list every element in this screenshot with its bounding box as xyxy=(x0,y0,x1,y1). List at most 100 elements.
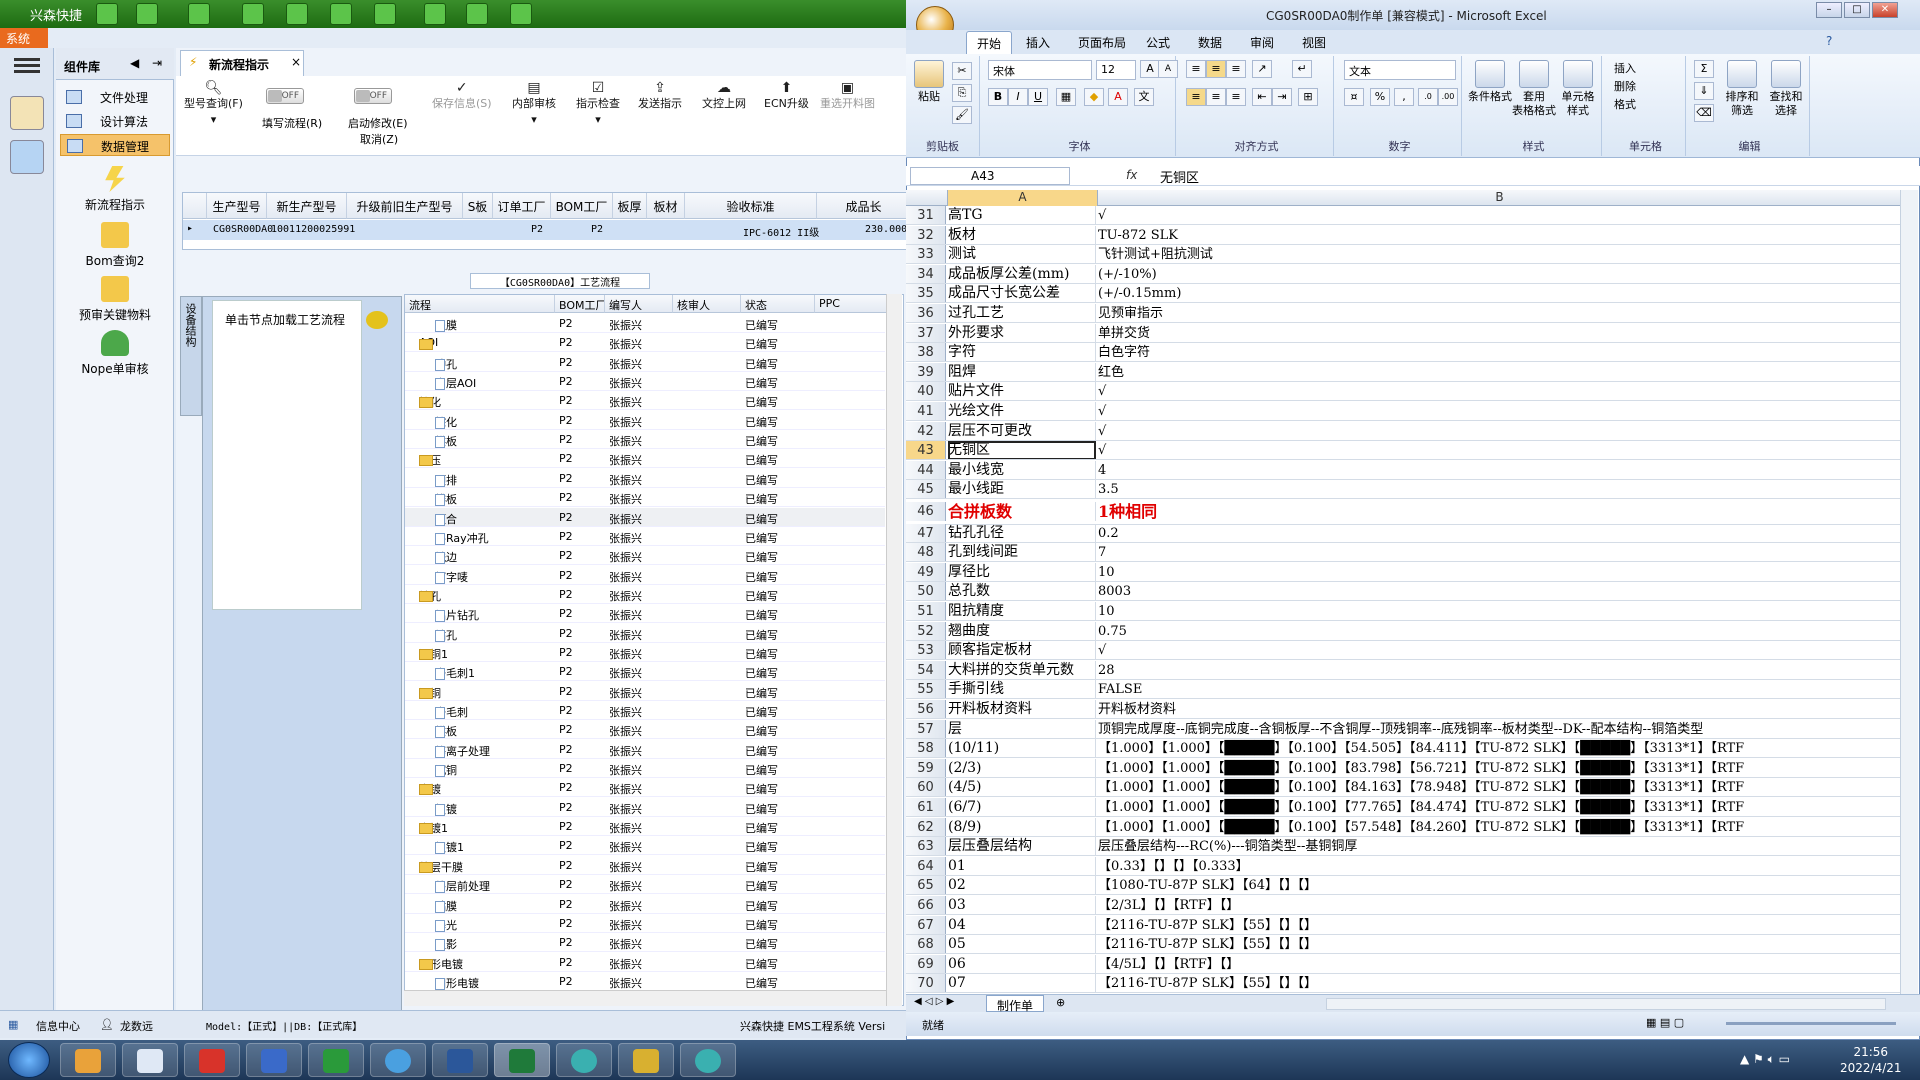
cell-a[interactable]: 钻孔孔径 xyxy=(948,523,1096,542)
close-icon[interactable]: × xyxy=(291,55,301,69)
taskbar-app[interactable] xyxy=(308,1043,364,1077)
windows-start-icon[interactable] xyxy=(8,1042,50,1078)
paste-button[interactable]: 粘贴 xyxy=(914,60,944,104)
row-number[interactable]: 46 xyxy=(906,502,946,521)
file-upload-button[interactable]: ☁ 文控上网 xyxy=(702,80,746,112)
row-number[interactable]: 65 xyxy=(906,876,946,895)
cell-a[interactable]: (2/3) xyxy=(948,758,1096,777)
tree-row[interactable]: 去毛刺 P2 张振兴 已编写 xyxy=(405,701,885,720)
cell-b[interactable]: FALSE xyxy=(1098,680,1142,698)
sheet-row[interactable]: 56 开料板材资料 开料板材资料 xyxy=(906,700,1902,719)
send-instruction-button[interactable]: ⇪ 发送指示 xyxy=(638,80,682,112)
col-header[interactable]: 状态 xyxy=(741,295,815,313)
sheet-nav-arrows-icon[interactable]: ◀ ◁ ▷ ▶ xyxy=(914,996,954,1007)
col-header[interactable]: 生产型号 xyxy=(207,193,267,219)
taskbar-app[interactable] xyxy=(122,1043,178,1077)
minimize-icon[interactable]: – xyxy=(1816,2,1842,18)
taskbar-app[interactable] xyxy=(184,1043,240,1077)
cell-a[interactable]: 孔到线间距 xyxy=(948,543,1096,562)
row-number[interactable]: 41 xyxy=(906,402,946,420)
cell-b[interactable]: (+/-10%) xyxy=(1098,265,1157,283)
row-number[interactable]: 59 xyxy=(906,758,946,777)
tree-row[interactable]: 压合 P2 张振兴 已编写 xyxy=(405,507,885,527)
sheet-row[interactable]: 63 层压叠层结构 层压叠层结构---RC(%)---铜箔类型--基铜铜厚 xyxy=(906,837,1902,857)
sheet-row[interactable]: 37 外形要求 单拼交货 xyxy=(906,323,1902,343)
italic-icon[interactable]: I xyxy=(1008,88,1028,106)
scissors-icon[interactable] xyxy=(242,3,264,25)
col-header[interactable]: PPC xyxy=(815,295,887,313)
side-item-nope-review[interactable]: Nope单审核 xyxy=(56,330,174,377)
row-number[interactable]: 36 xyxy=(906,304,946,322)
cell-a[interactable]: 02 xyxy=(948,876,1096,895)
pin-icon[interactable]: ⇥ xyxy=(152,56,162,70)
row-number[interactable]: 67 xyxy=(906,915,946,934)
cell-b[interactable]: √ xyxy=(1098,441,1106,459)
cell-b[interactable]: 红色 xyxy=(1098,363,1124,381)
tree-row[interactable]: −沉铜P2张振兴已编写 xyxy=(405,682,885,701)
collapse-arrow-icon[interactable]: ◀ xyxy=(130,56,139,70)
cell-b[interactable]: 10 xyxy=(1098,602,1115,620)
zoom-slider[interactable] xyxy=(1726,1022,1896,1025)
name-box[interactable]: A43 xyxy=(910,167,1070,185)
sheet-row[interactable]: 41 光绘文件 √ xyxy=(906,402,1902,421)
hamburger-menu-icon[interactable] xyxy=(14,55,40,77)
comma-icon[interactable]: , xyxy=(1394,88,1414,106)
sheet-row[interactable]: 34 成品板厚公差(mm) (+/-10%) xyxy=(906,264,1902,284)
cell-a[interactable]: 贴片文件 xyxy=(948,382,1096,401)
cell-a[interactable]: 手撕引线 xyxy=(948,680,1096,699)
tree-row[interactable]: 棕化 P2 张振兴 已编写 xyxy=(405,411,885,430)
cell-b[interactable]: 【2116-TU-87P SLK】【55】【】【】 xyxy=(1098,916,1317,934)
table-icon[interactable] xyxy=(374,3,396,25)
cell-a[interactable]: 字符 xyxy=(948,343,1096,362)
cell-b[interactable]: 1种相同 xyxy=(1098,502,1157,521)
cell-a[interactable]: 层 xyxy=(948,719,1096,738)
tab-formulas[interactable]: 公式 xyxy=(1146,34,1170,51)
decrease-decimal-icon[interactable]: .00 xyxy=(1438,88,1458,106)
cell-a[interactable]: 01 xyxy=(948,856,1096,875)
tree-row[interactable]: −钻孔P2张振兴已编写 xyxy=(405,585,885,604)
system-tab[interactable]: 系统 xyxy=(0,28,48,48)
sheet-row[interactable]: 42 层压不可更改 √ xyxy=(906,421,1902,441)
tree-row[interactable]: 排板 P2 张振兴 已编写 xyxy=(405,488,885,508)
col-header[interactable]: S板 xyxy=(463,193,493,219)
sheet-row[interactable]: 35 成品尺寸长宽公差 (+/-0.15mm) xyxy=(906,284,1902,304)
sheet-row[interactable]: 61 (6/7) 【1.000】【1.000】【█████】【0.100】【77.7… xyxy=(906,798,1902,817)
cell-b[interactable]: 4 xyxy=(1098,461,1106,479)
cell-a[interactable]: 04 xyxy=(948,915,1096,934)
currency-icon[interactable]: ¤ xyxy=(1344,88,1364,106)
cell-a[interactable]: 开料板材资料 xyxy=(948,700,1096,718)
row-number[interactable]: 52 xyxy=(906,621,946,640)
row-number[interactable]: 47 xyxy=(906,523,946,542)
row-number[interactable]: 35 xyxy=(906,284,946,303)
select-all-corner[interactable] xyxy=(906,190,948,206)
cell-b[interactable]: √ xyxy=(1098,402,1106,420)
cell-a[interactable]: 阻抗精度 xyxy=(948,602,1096,620)
taskbar-app[interactable] xyxy=(556,1043,612,1077)
cell-b[interactable]: 层压叠层结构---RC(%)---铜箔类型--基铜铜厚 xyxy=(1098,837,1357,855)
cell-a[interactable]: 测试 xyxy=(948,245,1096,264)
sheet-row[interactable]: 44 最小线宽 4 xyxy=(906,460,1902,480)
tree-row[interactable]: −层压P2张振兴已编写 xyxy=(405,449,885,469)
sheet-row[interactable]: 69 06 【4/5L】【】【RTF】【】 xyxy=(906,954,1902,974)
grow-font-icon[interactable]: A xyxy=(1140,60,1160,78)
sheet-row[interactable]: 59 (2/3) 【1.000】【1.000】【█████】【0.100】【83.7… xyxy=(906,758,1902,778)
cell-b[interactable]: 【1.000】【1.000】【█████】【0.100】【57.548】【84.… xyxy=(1098,818,1744,836)
tree-row[interactable]: 外层前处理 P2 张振兴 已编写 xyxy=(405,875,885,895)
taskbar-app[interactable] xyxy=(370,1043,426,1077)
sheet-row[interactable]: 49 厚径比 10 xyxy=(906,562,1902,582)
cell-a[interactable]: 成品板厚公差(mm) xyxy=(948,264,1096,283)
sheet-row[interactable]: 53 顾客指定板材 √ xyxy=(906,641,1902,661)
cell-b[interactable]: 【1080-TU-87P SLK】【64】【】【】 xyxy=(1098,876,1317,894)
cell-b[interactable]: √ xyxy=(1098,422,1106,440)
sheet-row[interactable]: 47 钻孔孔径 0.2 xyxy=(906,523,1902,543)
col-header[interactable]: 核审人 xyxy=(673,295,741,313)
cell-a[interactable]: 层压叠层结构 xyxy=(948,837,1096,856)
cell-a[interactable]: (10/11) xyxy=(948,739,1096,758)
sheet-row[interactable]: 60 (4/5) 【1.000】【1.000】【█████】【0.100】【84.1… xyxy=(906,778,1902,798)
tree-row[interactable]: 烘板 P2 张振兴 已编写 xyxy=(405,720,885,740)
copy-icon[interactable]: ⎘ xyxy=(952,84,972,102)
row-number[interactable]: 40 xyxy=(906,382,946,401)
cell-b[interactable]: 0.75 xyxy=(1098,622,1127,640)
sheet-row[interactable]: 39 阻焊 红色 xyxy=(906,362,1902,382)
delete-cells-button[interactable]: 删除 xyxy=(1614,78,1636,94)
